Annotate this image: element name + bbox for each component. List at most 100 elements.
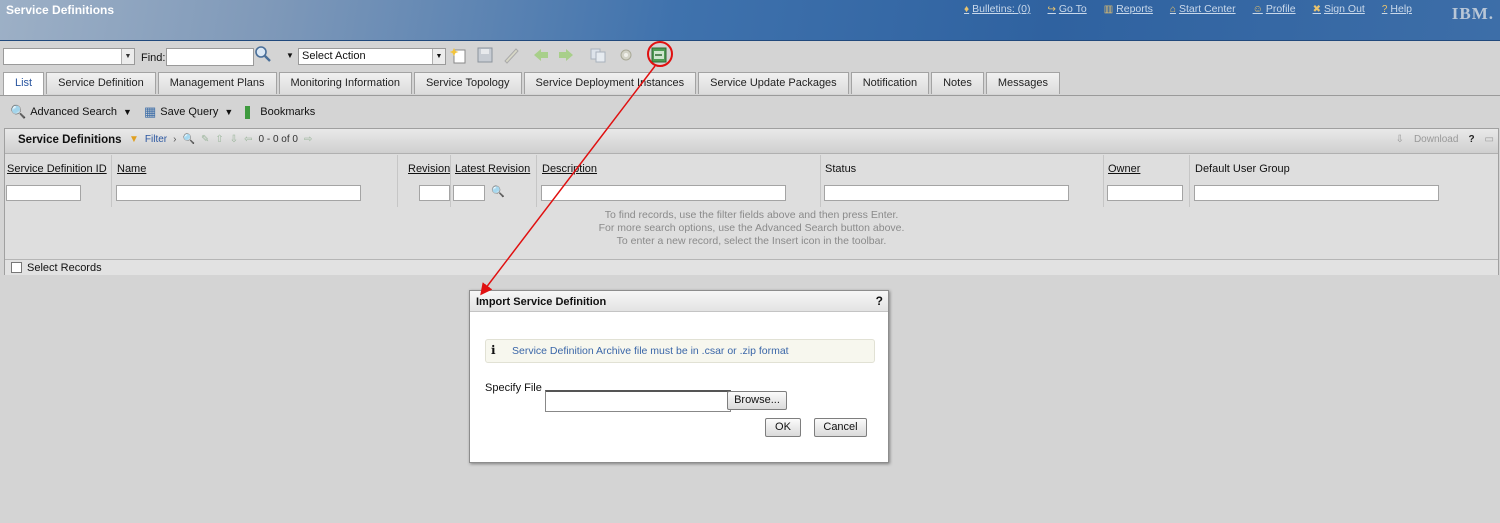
find-field-select[interactable]: ▼: [3, 48, 135, 65]
chevron-right-icon[interactable]: ›: [173, 134, 176, 145]
column-divider: [1103, 155, 1104, 207]
col-default-user-group: Default User Group: [1195, 163, 1290, 175]
col-name[interactable]: Name: [117, 163, 146, 175]
tab-management-plans[interactable]: Management Plans: [157, 72, 277, 94]
save-query-icon[interactable]: ▦: [144, 104, 156, 120]
column-divider: [111, 155, 112, 207]
column-divider: [450, 155, 451, 207]
filter-description[interactable]: [541, 185, 786, 201]
col-latest-revision[interactable]: Latest Revision: [455, 163, 530, 175]
chevron-down-icon[interactable]: ▼: [224, 107, 233, 117]
save-query-button[interactable]: Save Query: [160, 106, 218, 118]
download-link[interactable]: Download: [1414, 134, 1458, 145]
search-icon[interactable]: [254, 45, 272, 63]
filter-service-definition-id[interactable]: [6, 185, 81, 201]
related-records-icon[interactable]: [589, 46, 607, 64]
sort-down-icon[interactable]: ⇩: [230, 134, 238, 145]
help-message-2: For more search options, use the Advance…: [598, 222, 905, 234]
find-label: Find:: [141, 52, 166, 64]
signout-link[interactable]: ✖ Sign Out: [1313, 3, 1365, 15]
tab-messages[interactable]: Messages: [985, 72, 1060, 94]
previous-page-icon[interactable]: ⇦: [244, 134, 252, 145]
dialog-header: Import Service Definition ?: [470, 291, 888, 312]
ok-button[interactable]: OK: [765, 418, 801, 437]
help-message-1: To find records, use the filter fields a…: [604, 209, 899, 221]
select-records-checkbox[interactable]: [11, 262, 22, 273]
search-options-dropdown-icon[interactable]: ▼: [281, 46, 299, 64]
tab-service-deployment-instances[interactable]: Service Deployment Instances: [523, 72, 697, 94]
tab-monitoring-information[interactable]: Monitoring Information: [278, 72, 412, 94]
advanced-search-icon[interactable]: 🔍: [10, 104, 26, 120]
download-icon[interactable]: ⇩: [1396, 134, 1404, 145]
next-arrow-icon[interactable]: [557, 46, 575, 64]
find-in-table-icon[interactable]: 🔍: [182, 134, 194, 145]
chevron-down-icon[interactable]: ▼: [432, 49, 445, 64]
clear-icon[interactable]: [502, 46, 520, 64]
chevron-down-icon[interactable]: ▼: [121, 49, 134, 64]
dialog-info-box: ℹ Service Definition Archive file must b…: [485, 339, 875, 363]
tab-notification[interactable]: Notification: [850, 72, 930, 94]
help-icon: ?: [1381, 3, 1388, 15]
col-status: Status: [825, 163, 857, 175]
insert-icon[interactable]: [450, 46, 468, 64]
filter-latest-revision[interactable]: [453, 185, 485, 201]
bookmarks-button[interactable]: Bookmarks: [260, 106, 315, 118]
tab-notes[interactable]: Notes: [931, 72, 984, 94]
start-center-link[interactable]: ⌂ Start Center: [1170, 3, 1236, 15]
results-right-tools: ⇩ Download ? ▭: [1396, 134, 1494, 145]
column-divider: [820, 155, 821, 207]
tab-list[interactable]: List: [3, 72, 45, 95]
browse-button[interactable]: Browse...: [727, 391, 787, 410]
filter-revision[interactable]: [419, 185, 450, 201]
results-header: Service Definitions ▼ Filter › 🔍 ✎ ⇧ ⇩ ⇦…: [5, 129, 1498, 154]
column-divider: [397, 155, 398, 207]
filter-owner[interactable]: [1107, 185, 1183, 201]
find-input[interactable]: [166, 48, 254, 66]
filter-name[interactable]: [116, 185, 361, 201]
select-action-dropdown[interactable]: Select Action ▼: [298, 48, 446, 65]
specify-file-label: Specify File: [485, 382, 542, 394]
dialog-help-icon[interactable]: ?: [876, 294, 883, 308]
column-divider: [1189, 155, 1190, 207]
goto-link[interactable]: ↪ Go To: [1048, 3, 1087, 15]
clear-filter-icon[interactable]: ✎: [201, 134, 209, 145]
reports-link[interactable]: ▥ Reports: [1104, 3, 1153, 15]
table-help-icon[interactable]: ?: [1468, 134, 1474, 145]
signout-label: Sign Out: [1323, 3, 1365, 15]
sort-up-icon[interactable]: ⇧: [215, 134, 223, 145]
col-revision[interactable]: Revision: [408, 163, 450, 175]
select-action-label: Select Action: [302, 50, 366, 62]
next-page-icon[interactable]: ⇨: [304, 134, 312, 145]
query-bar: 🔍 Advanced Search ▼ ▦ Save Query ▼ Bookm…: [10, 104, 315, 120]
lookup-icon[interactable]: 🔍: [491, 185, 505, 198]
bookmarks-icon[interactable]: [245, 105, 251, 119]
chevron-down-icon[interactable]: ▼: [123, 107, 132, 117]
filter-status[interactable]: [824, 185, 1069, 201]
advanced-search-button[interactable]: Advanced Search: [30, 106, 117, 118]
help-link[interactable]: ? Help: [1382, 3, 1412, 15]
col-service-definition-id[interactable]: Service Definition ID: [7, 163, 107, 175]
file-path-input[interactable]: [545, 390, 731, 412]
tab-service-update-packages[interactable]: Service Update Packages: [698, 72, 849, 94]
tab-service-definition[interactable]: Service Definition: [46, 72, 156, 94]
save-icon[interactable]: [476, 46, 494, 64]
help-message-3: To enter a new record, select the Insert…: [616, 235, 887, 247]
filter-button[interactable]: Filter: [145, 134, 167, 145]
bulletins-link[interactable]: ♦ Bulletins: (0): [964, 3, 1030, 15]
bulletin-icon: ♦: [964, 3, 970, 15]
col-owner[interactable]: Owner: [1108, 163, 1140, 175]
profile-icon: ☺: [1252, 3, 1263, 15]
profile-label: Profile: [1265, 3, 1296, 15]
workflow-icon[interactable]: [617, 46, 635, 64]
tab-service-topology[interactable]: Service Topology: [413, 72, 522, 94]
filter-default-user-group[interactable]: [1194, 185, 1439, 201]
cancel-button[interactable]: Cancel: [814, 418, 867, 437]
dialog-info-text: Service Definition Archive file must be …: [512, 345, 789, 357]
col-description[interactable]: Description: [542, 163, 597, 175]
collapse-icon[interactable]: ▭: [1485, 134, 1494, 145]
goto-label: Go To: [1058, 3, 1087, 15]
import-service-definition-icon[interactable]: [650, 46, 668, 64]
previous-arrow-icon[interactable]: [532, 46, 550, 64]
filter-icon[interactable]: ▼: [129, 134, 139, 145]
profile-link[interactable]: ☺ Profile: [1253, 3, 1296, 15]
